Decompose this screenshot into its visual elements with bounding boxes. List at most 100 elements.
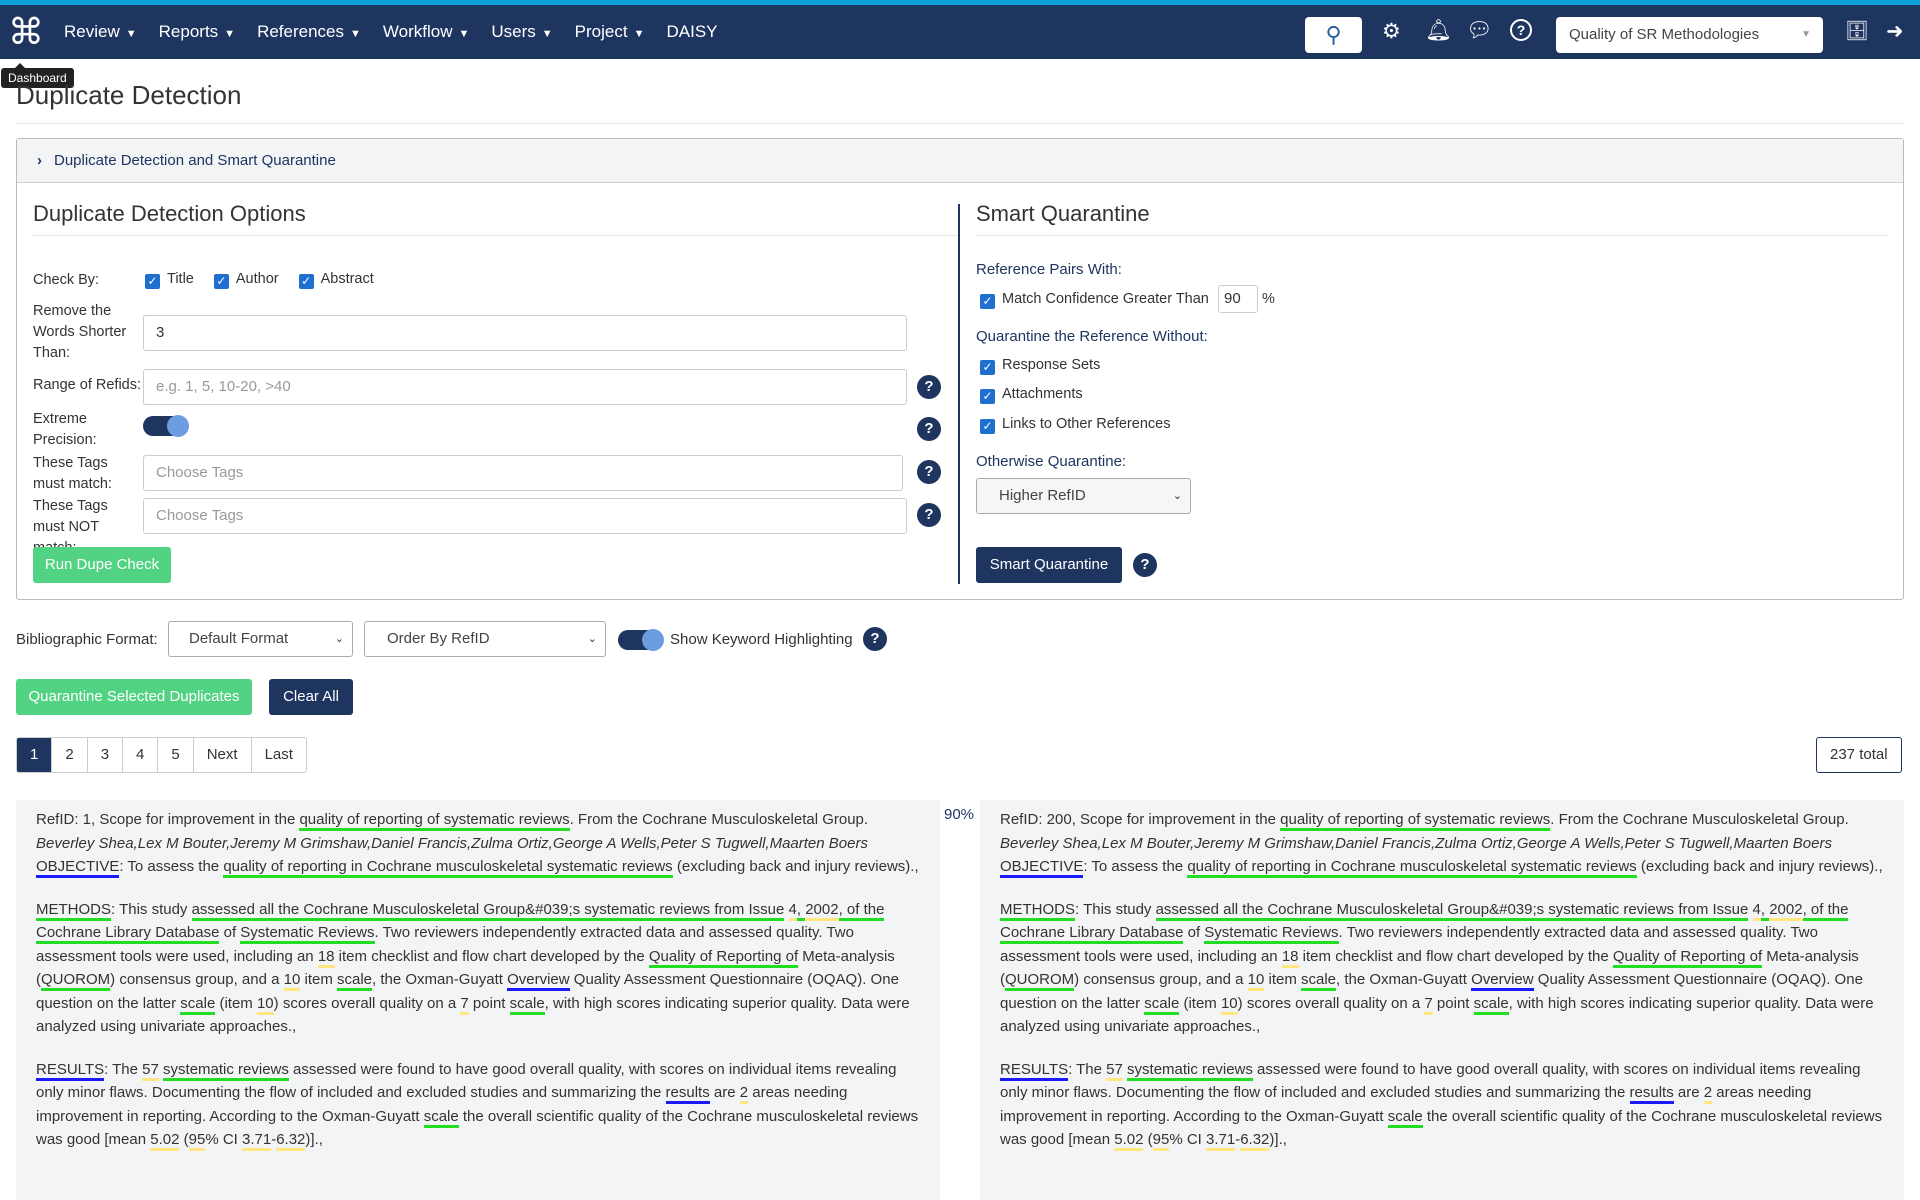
precision-label: Extreme Precision:: [33, 411, 97, 448]
match-checkbox[interactable]: ✓: [980, 291, 1002, 309]
order-select[interactable]: Order By RefID ⌄: [364, 621, 606, 657]
reference-right[interactable]: RefID: 200, Scope for improvement in the…: [980, 800, 1904, 1200]
check-by-label: Check By:: [33, 272, 100, 288]
keyword-highlight: scale: [180, 994, 216, 1015]
help-icon[interactable]: ?: [1133, 553, 1157, 577]
pagination: 1 2 3 4 5 Next Last: [16, 737, 307, 773]
help-icon[interactable]: ?: [917, 375, 941, 399]
text-segment: . From the Cochrane Musculoskeletal Grou…: [569, 811, 869, 828]
without-response-sets[interactable]: ✓ Response Sets: [980, 355, 1100, 376]
keyword-highlight: 10: [1220, 994, 1238, 1015]
format-select[interactable]: Default Format ⌄: [168, 621, 353, 657]
format-label: Bibliographic Format:: [16, 631, 158, 648]
menu-workflow[interactable]: Workflow ▼: [383, 22, 469, 42]
keyword-highlight: 4: [1752, 900, 1761, 921]
text-segment: , the Oxman-Guyatt: [372, 971, 508, 988]
keyword-highlight: Overview: [1471, 971, 1534, 991]
help-circle-icon[interactable]: ?: [1510, 19, 1532, 41]
panel-header[interactable]: › Duplicate Detection and Smart Quarantin…: [17, 139, 1903, 183]
main-menu: Review ▼ Reports ▼ References ▼ Workflow ▼ U…: [64, 5, 718, 59]
page-next[interactable]: Next: [194, 738, 252, 772]
run-dupe-check-button[interactable]: Run Dupe Check: [33, 547, 171, 583]
keyword-highlight: 2: [739, 1084, 749, 1104]
without-links[interactable]: ✓ Links to Other References: [980, 414, 1170, 435]
help-icon[interactable]: ?: [917, 417, 941, 441]
divider: [16, 123, 1904, 124]
menu-daisy[interactable]: DAISY: [666, 22, 717, 42]
text-segment: ) consensus group, and a: [1074, 971, 1248, 988]
caret-down-icon: ▼: [458, 28, 470, 40]
logout-icon[interactable]: ➜: [1886, 19, 1904, 44]
text-segment: : The: [1068, 1060, 1107, 1078]
refid: RefID: 200,: [1000, 811, 1081, 828]
menu-project[interactable]: Project ▼: [575, 22, 645, 42]
clear-all-button[interactable]: Clear All: [269, 679, 353, 715]
min-word-input[interactable]: 3: [143, 315, 907, 351]
keyword-highlight: scale: [1387, 1107, 1423, 1128]
chevron-down-icon: ⌄: [334, 633, 344, 645]
smart-quarantine-button[interactable]: Smart Quarantine: [976, 547, 1122, 583]
page-4[interactable]: 4: [123, 738, 159, 772]
top-navbar: ⌘ Review ▼ Reports ▼ References ▼ Workflow ▼…: [0, 5, 1920, 59]
match-score: 90%: [944, 806, 975, 823]
page-last[interactable]: Last: [252, 738, 306, 772]
menu-review[interactable]: Review ▼: [64, 22, 137, 42]
text-segment: (: [1143, 1131, 1153, 1148]
keyword-highlight: results: [665, 1084, 710, 1104]
menu-users[interactable]: Users ▼: [491, 22, 552, 42]
keyword-highlight: scale: [1144, 994, 1180, 1015]
page-1[interactable]: 1: [17, 738, 53, 772]
keyword-highlight: systematic reviews: [163, 1060, 289, 1081]
search-button[interactable]: ⚲: [1305, 17, 1362, 53]
checkbox-checked-icon: ✓: [980, 360, 995, 375]
help-icon[interactable]: ?: [917, 460, 941, 484]
keyword-highlight: Quality of Reporting of: [648, 947, 799, 968]
caret-down-icon: ▼: [541, 28, 553, 40]
abstract-methods: METHODS: This study assessed all the Coc…: [1000, 898, 1884, 1039]
help-icon[interactable]: ?: [863, 627, 887, 651]
menu-references[interactable]: References ▼: [257, 22, 361, 42]
chat-icon[interactable]: 💬︎: [1466, 19, 1493, 43]
help-icon[interactable]: ?: [917, 503, 941, 527]
tags-match-input[interactable]: Choose Tags: [143, 455, 903, 491]
page-5[interactable]: 5: [158, 738, 194, 772]
caret-down-icon: ▼: [1801, 29, 1811, 40]
page-3[interactable]: 3: [88, 738, 124, 772]
keyword-highlight: systematic reviews: [1127, 1060, 1253, 1081]
keyword-highlight: 7: [1424, 994, 1433, 1015]
without-attachments[interactable]: ✓ Attachments: [980, 384, 1083, 405]
keyword-highlight: 10: [256, 994, 274, 1015]
select-value: Default Format: [189, 630, 289, 647]
abstract-methods: METHODS: This study assessed all the Coc…: [36, 898, 920, 1039]
chevron-down-icon: ⌄: [587, 633, 597, 645]
match-label: Match Confidence Greater Than: [1002, 291, 1209, 307]
text-segment: (item: [1179, 994, 1221, 1012]
project-select[interactable]: Quality of SR Methodologies ▼: [1556, 17, 1823, 53]
otherwise-select[interactable]: Higher RefID ⌄: [976, 478, 1191, 514]
check-abstract[interactable]: ✓ Abstract: [298, 269, 374, 290]
keyword-highlight: RESULTS: [1000, 1060, 1069, 1081]
page-2[interactable]: 2: [52, 738, 88, 772]
match-confidence-input[interactable]: 90: [1218, 285, 1258, 313]
reference-left[interactable]: RefID: 1, Scope for improvement in the q…: [16, 800, 940, 1200]
range-input[interactable]: e.g. 1, 5, 10-20, >40: [143, 369, 907, 405]
keyword-highlight: 10: [1247, 971, 1265, 991]
highlight-toggle[interactable]: [618, 629, 664, 651]
quarantine-selected-button[interactable]: Quarantine Selected Duplicates: [16, 679, 252, 715]
gear-icon[interactable]: ⚙: [1382, 19, 1401, 44]
check-title[interactable]: ✓ Title: [145, 269, 194, 290]
keyword-highlight: 95: [1152, 1131, 1170, 1151]
precision-toggle[interactable]: [143, 415, 189, 437]
check-by-group: ✓ Title ✓ Author ✓ Abstract: [145, 269, 374, 290]
keyword-highlight: 57: [1106, 1060, 1123, 1081]
check-author[interactable]: ✓ Author: [213, 269, 279, 290]
dashboard-logo-icon[interactable]: ⌘: [8, 13, 44, 51]
keyword-highlight: quality of reporting of systematic revie…: [299, 811, 570, 831]
menu-reports[interactable]: Reports ▼: [159, 22, 235, 42]
tags-not-input[interactable]: Choose Tags: [143, 498, 907, 534]
keyword-highlight: assessed all the Cochrane Musculoskeleta…: [1155, 900, 1749, 921]
bell-icon[interactable]: 🔔︎: [1425, 19, 1452, 43]
keyword-highlight: 18: [317, 947, 335, 968]
keyword-highlight: assessed all the Cochrane Musculoskeleta…: [191, 900, 785, 921]
archive-cr-icon[interactable]: 🗄︎: [1845, 19, 1869, 43]
